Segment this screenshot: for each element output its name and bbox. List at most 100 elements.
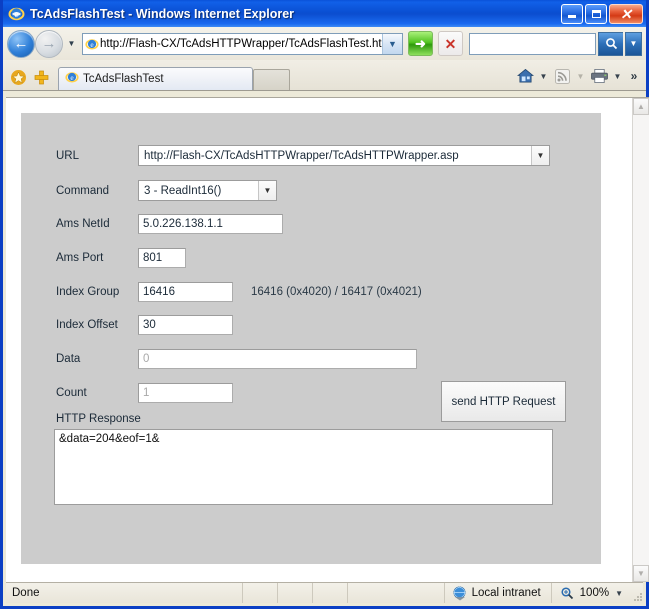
command-selected-value: 3 - ReadInt16() [144,184,222,197]
search-provider-caret-icon[interactable]: ▼ [625,31,642,56]
rss-feed-icon [554,68,570,84]
count-input[interactable]: 1 [138,383,233,403]
field-row-index-offset: Index Offset 30 [21,315,601,335]
tab-label: TcAdsFlashTest [83,73,164,85]
title-bar: e TcAdsFlashTest - Windows Internet Expl… [3,0,646,27]
status-bar: Done Local intranet 100% ▼ [6,582,643,603]
command-toolbar: ▼ ▼ ▼ » [514,65,643,90]
status-message: Done [12,587,40,599]
home-button[interactable] [514,65,536,87]
zoom-dropdown-caret-icon[interactable]: ▼ [615,589,623,598]
status-divider [312,583,347,603]
field-row-data: Data 0 [21,349,601,369]
address-bar[interactable]: e http://Flash-CX/TcAdsHTTPWrapper/TcAds… [82,32,403,55]
address-input[interactable]: http://Flash-CX/TcAdsHTTPWrapper/TcAdsFl… [100,38,382,50]
forward-arrow-icon: → [41,35,57,52]
search-button[interactable] [598,31,623,56]
index-group-input[interactable]: 16416 [138,282,233,302]
stop-x-icon: ✕ [444,35,457,52]
status-divider [347,583,382,603]
field-row-ams-port: Ams Port 801 [21,248,601,268]
globe-icon [453,586,466,600]
index-group-hint: 16416 (0x4020) / 16417 (0x4021) [251,286,422,298]
favorites-center-button[interactable] [6,64,30,90]
scroll-down-button[interactable]: ▼ [633,565,649,582]
plus-icon [34,70,48,84]
label-ams-port: Ams Port [56,252,104,264]
label-data: Data [56,353,81,365]
data-input[interactable]: 0 [138,349,417,369]
ams-netid-input[interactable]: 5.0.226.138.1.1 [138,214,283,234]
zoom-magnifier-icon [561,587,573,600]
document-body: URL http://Flash-CX/TcAdsHTTPWrapper/TcA… [6,98,632,582]
svg-text:e: e [15,9,19,19]
scroll-up-button[interactable]: ▲ [633,98,649,115]
go-button[interactable]: ➜ [408,31,433,56]
back-button[interactable]: ← [7,29,35,58]
feeds-dropdown-caret-icon[interactable]: ▼ [575,72,586,81]
print-button[interactable] [588,65,610,87]
status-divider [277,583,312,603]
label-count: Count [56,387,87,399]
navigation-toolbar: ← → ▼ e http://Flash-CX/TcAdsHTTPWrapper… [3,27,646,60]
label-index-offset: Index Offset [56,319,118,331]
window-title: TcAdsFlashTest - Windows Internet Explor… [30,6,295,21]
star-icon [10,69,26,85]
index-offset-input[interactable]: 30 [138,315,233,335]
add-to-favorites-button[interactable] [30,64,52,90]
maximize-button[interactable] [585,3,607,24]
search-input[interactable] [469,32,596,55]
back-arrow-icon: ← [13,35,29,52]
security-zone-indicator[interactable]: Local intranet [443,583,551,603]
home-dropdown-caret-icon[interactable]: ▼ [538,72,549,81]
label-command: Command [56,184,110,197]
browser-window: e TcAdsFlashTest - Windows Internet Expl… [0,0,649,609]
status-divider [242,583,277,603]
window-controls: ✕ [561,3,643,24]
form-panel: URL http://Flash-CX/TcAdsHTTPWrapper/TcA… [21,113,601,564]
go-arrow-icon: ➜ [415,36,426,51]
label-http-response: HTTP Response [56,413,141,425]
zoom-level: 100% [579,587,610,599]
url-input[interactable]: http://Flash-CX/TcAdsHTTPWrapper/TcAdsHT… [139,146,531,165]
http-response-textarea[interactable]: &data=204&eof=1& [54,429,553,505]
ams-port-input[interactable]: 801 [138,248,186,268]
zoom-control[interactable]: 100% ▼ [550,583,631,603]
vertical-scrollbar[interactable]: ▲ ▼ [632,98,649,582]
print-dropdown-caret-icon[interactable]: ▼ [612,72,623,81]
minimize-button[interactable] [561,3,583,24]
feeds-button[interactable] [551,65,573,87]
command-dropdown-caret-icon[interactable]: ▼ [258,181,276,200]
label-url: URL [56,149,80,162]
new-tab-button[interactable] [253,69,290,90]
tab-tcadsflashtest[interactable]: e TcAdsFlashTest [58,67,253,90]
address-dropdown-caret-icon[interactable]: ▼ [382,33,402,54]
internet-explorer-icon: e [8,5,25,22]
field-row-ams-netid: Ams NetId 5.0.226.138.1.1 [21,214,601,234]
stop-button[interactable]: ✕ [438,31,463,56]
scrollbar-track[interactable] [633,115,649,565]
resize-grip[interactable] [631,582,643,604]
send-http-request-button[interactable]: send HTTP Request [441,381,566,422]
history-dropdown-caret-icon[interactable]: ▼ [66,39,77,48]
field-row-url: URL http://Flash-CX/TcAdsHTTPWrapper/TcA… [21,145,601,166]
url-dropdown-caret-icon[interactable]: ▼ [531,146,549,165]
toolbar-overflow-chevron-icon[interactable]: » [625,69,643,83]
url-combobox[interactable]: http://Flash-CX/TcAdsHTTPWrapper/TcAdsHT… [138,145,550,166]
close-button[interactable]: ✕ [609,3,643,24]
page-viewport: URL http://Flash-CX/TcAdsHTTPWrapper/TcA… [6,97,649,582]
forward-button[interactable]: → [35,29,63,58]
field-row-index-group: Index Group 16416 16416 (0x4020) / 16417… [21,282,601,302]
tab-favicon-icon: e [65,70,79,89]
search-icon [605,38,617,50]
zone-label: Local intranet [471,587,541,599]
field-row-command: Command 3 - ReadInt16() ▼ [21,180,601,201]
printer-icon [590,69,608,83]
command-select[interactable]: 3 - ReadInt16() ▼ [138,180,277,201]
home-icon [516,68,534,83]
label-ams-netid: Ams NetId [56,218,110,230]
browser-chrome: ← → ▼ e http://Flash-CX/TcAdsHTTPWrapper… [3,27,646,91]
label-index-group: Index Group [56,286,120,298]
page-favicon-icon: e [83,37,101,51]
tab-bar: e TcAdsFlashTest ▼ ▼ ▼ » [3,60,646,91]
